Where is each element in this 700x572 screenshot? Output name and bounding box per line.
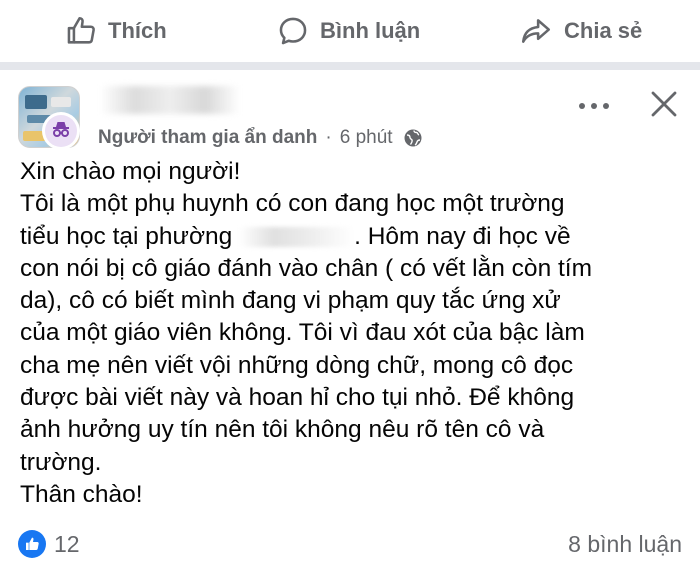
speech-bubble-icon [276, 14, 310, 48]
post-line: ảnh hưởng uy tín nên tôi không nêu rõ tê… [20, 416, 545, 444]
more-options-button[interactable] [574, 92, 614, 122]
more-horizontal-icon [576, 98, 612, 116]
post-line: da), cô có biết mình đang vi phạm quy tắ… [20, 287, 561, 315]
anonymous-badge [42, 112, 80, 150]
post-footer: 12 8 bình luận [18, 526, 682, 562]
share-arrow-icon [518, 14, 554, 48]
author-role[interactable]: Người tham gia ẩn danh [98, 127, 317, 149]
meta-separator: · [325, 127, 332, 148]
close-button[interactable] [646, 88, 682, 124]
post-line-part: . Hôm nay đi học về [354, 222, 571, 250]
post-line: của một giáo viên không. Tôi vì đau xót … [20, 319, 585, 347]
post-meta: Người tham gia ẩn danh · 6 phút [98, 124, 423, 152]
post-line: Thân chào! [20, 480, 143, 508]
post-time[interactable]: 6 phút [340, 127, 393, 149]
comment-label: Bình luận [320, 18, 421, 43]
like-label: Thích [108, 18, 167, 43]
close-icon [650, 90, 678, 123]
post-card: Người tham gia ẩn danh · 6 phút Xin chào… [0, 70, 700, 572]
share-label: Chia sẻ [564, 18, 643, 43]
comment-button[interactable]: Bình luận [276, 12, 420, 50]
comment-count[interactable]: 8 bình luận [568, 526, 682, 562]
post-line-part: tiểu học tại phường [20, 222, 233, 250]
section-divider [0, 62, 700, 70]
incognito-icon [49, 117, 73, 146]
post-line: Tôi là một phụ huynh có con đang học một… [20, 190, 565, 218]
reaction-summary[interactable]: 12 [18, 526, 80, 562]
post-line: trường. [20, 448, 102, 476]
post-line: Xin chào mọi người! [20, 158, 241, 185]
like-button[interactable]: Thích [64, 12, 167, 50]
post-line: cha mẹ nên viết vội những dòng chữ, mong… [20, 351, 574, 379]
like-reaction-icon [18, 530, 46, 558]
like-count: 12 [54, 530, 80, 557]
post-line: được bài viết này và hoan hỉ cho tụi nhỏ… [20, 384, 575, 412]
redacted-location [239, 227, 355, 248]
globe-icon [403, 128, 423, 148]
redacted-author-name [100, 86, 240, 114]
share-button[interactable]: Chia sẻ [518, 12, 642, 50]
post-line: tiểu học tại phường . Hôm nay đi học về [20, 221, 690, 253]
thumbs-up-icon [64, 14, 98, 48]
post-body: Xin chào mọi người! Tôi là một phụ huynh… [20, 156, 690, 511]
post-line: con nói bị cô giáo đánh vào chân ( có vế… [20, 254, 593, 282]
post-action-bar: Thích Bình luận Chia sẻ [0, 0, 700, 62]
